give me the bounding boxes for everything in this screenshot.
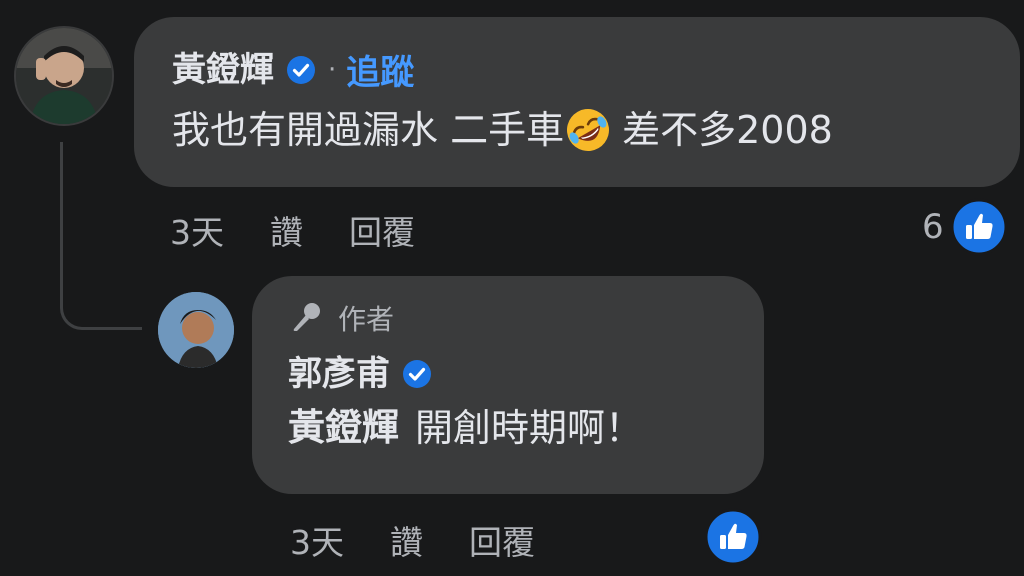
- comment-timestamp[interactable]: 3天: [170, 206, 224, 254]
- follow-link[interactable]: 追蹤: [346, 45, 414, 94]
- reply-author-avatar[interactable]: [158, 292, 234, 368]
- comment-like-button[interactable]: 讚: [270, 206, 303, 254]
- comment-actions: 3天 讚 回覆: [170, 206, 461, 254]
- reply-timestamp[interactable]: 3天: [290, 516, 344, 564]
- reply-reply-button[interactable]: 回覆: [469, 516, 535, 564]
- author-badge: 作者: [288, 298, 764, 338]
- reply-actions: 3天 讚 回覆: [290, 516, 581, 564]
- comment-text: 我也有開過漏水 二手車 差不多2008: [172, 104, 1020, 156]
- rolling-laughing-emoji-icon: [567, 109, 610, 151]
- reply-header: 郭彥甫: [288, 352, 764, 396]
- comment-reactions[interactable]: 6: [922, 198, 1008, 256]
- comment-reply-button[interactable]: 回覆: [349, 206, 415, 254]
- reply-text: 黃鐙輝 開創時期啊！: [288, 402, 764, 454]
- comment-text-part1: 我也有開過漏水 二手車: [172, 108, 565, 152]
- comment-header: 黃鐙輝 · 追蹤: [172, 45, 1020, 94]
- like-reaction-icon: [950, 198, 1008, 256]
- verified-badge-icon: [287, 55, 315, 84]
- reaction-count: 6: [922, 207, 944, 247]
- reply-reactions[interactable]: [704, 508, 762, 566]
- separator-dot: ·: [328, 54, 337, 85]
- commenter-avatar[interactable]: [14, 26, 114, 126]
- reply-thread-connector: [60, 142, 142, 330]
- like-reaction-icon: [704, 508, 762, 566]
- reply-mention[interactable]: 黃鐙輝: [288, 406, 399, 450]
- comment-text-part2: 差不多2008: [622, 108, 833, 152]
- verified-badge-icon: [403, 360, 431, 388]
- microphone-icon: [293, 303, 320, 331]
- author-badge-label: 作者: [338, 303, 395, 336]
- reply-like-button[interactable]: 讚: [390, 516, 423, 564]
- comment-bubble: 黃鐙輝 · 追蹤 我也有開過漏水 二手車 差不多2008: [134, 17, 1020, 187]
- reply-author-name[interactable]: 郭彥甫: [288, 352, 390, 396]
- reply-body: 開創時期啊！: [415, 406, 644, 450]
- commenter-name[interactable]: 黃鐙輝: [172, 48, 274, 92]
- reply-bubble: 作者 郭彥甫 黃鐙輝 開創時期啊！: [252, 276, 764, 494]
